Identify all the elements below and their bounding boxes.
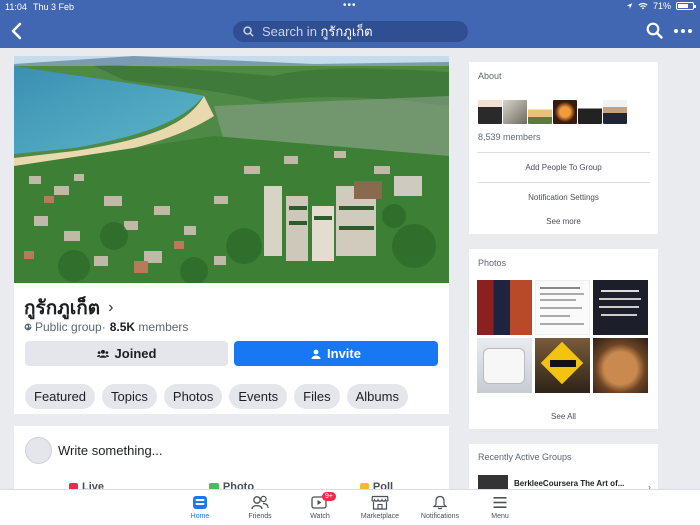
avatar[interactable] bbox=[25, 437, 52, 464]
tab-friends-label: Friends bbox=[248, 513, 272, 520]
globe-icon bbox=[24, 323, 32, 331]
tab-marketplace-label: Marketplace bbox=[360, 513, 400, 520]
recent-group-name[interactable]: BerkleeCoursera The Art of... bbox=[514, 479, 624, 488]
nav-bar: Search in กูรักภูเก็ต bbox=[0, 14, 700, 48]
chevron-right-icon: › bbox=[108, 299, 114, 316]
photo-thumbnail[interactable] bbox=[535, 280, 590, 335]
see-all-link[interactable]: See All bbox=[469, 412, 658, 421]
group-meta: Public group · 8.5K members bbox=[24, 320, 188, 334]
see-more-link[interactable]: See more bbox=[469, 217, 658, 226]
search-query: กูรักภูเก็ต bbox=[320, 24, 373, 39]
tab-home[interactable]: Home bbox=[170, 495, 230, 520]
tab-notifications[interactable]: Notifications bbox=[410, 495, 470, 520]
group-privacy: Public group bbox=[35, 320, 102, 334]
photo-thumbnail[interactable] bbox=[477, 280, 532, 335]
battery-icon bbox=[676, 2, 696, 10]
tab-notifications-label: Notifications bbox=[420, 513, 460, 520]
status-bar: 11:04 Thu 3 Feb ••• 71% bbox=[0, 0, 700, 14]
bottom-tab-bar: Home Friends 9+ Watch Marketplace Notifi… bbox=[0, 489, 700, 525]
member-avatars[interactable] bbox=[478, 100, 627, 124]
tab-marketplace[interactable]: Marketplace bbox=[350, 495, 410, 520]
post-composer: Write something... Live Photo Poll bbox=[14, 426, 449, 496]
search-icon bbox=[243, 26, 254, 37]
tab-watch-label: Watch bbox=[310, 513, 330, 520]
photos-title[interactable]: Photos bbox=[478, 258, 506, 268]
member-avatar bbox=[528, 100, 552, 124]
search-prefix: Search in bbox=[262, 24, 317, 39]
about-card: About 8,539 members Add People To Group … bbox=[469, 62, 658, 234]
notification-settings-link[interactable]: Notification Settings bbox=[469, 193, 658, 202]
member-avatar bbox=[578, 100, 602, 124]
bell-icon bbox=[432, 495, 448, 510]
photo-thumbnail[interactable] bbox=[593, 338, 648, 393]
search-icon[interactable] bbox=[646, 22, 663, 39]
divider bbox=[477, 182, 650, 183]
member-avatar bbox=[603, 100, 627, 124]
more-options-icon[interactable] bbox=[674, 29, 692, 33]
meta-separator: · bbox=[101, 320, 106, 334]
photo-thumbnail[interactable] bbox=[593, 280, 648, 335]
group-title[interactable]: กูรักภูเก็ต › bbox=[24, 293, 113, 323]
invite-button[interactable]: Invite bbox=[234, 341, 438, 366]
photo-thumbnail[interactable] bbox=[477, 338, 532, 393]
joined-button[interactable]: Joined bbox=[25, 341, 228, 366]
back-arrow-icon[interactable] bbox=[9, 22, 25, 40]
group-members-icon bbox=[96, 349, 109, 358]
member-avatar bbox=[478, 100, 502, 124]
tab-menu-label: Menu bbox=[491, 513, 509, 520]
battery-level bbox=[678, 4, 688, 8]
group-name: กูรักภูเก็ต bbox=[24, 298, 101, 319]
write-something-input[interactable]: Write something... bbox=[58, 443, 163, 458]
photos-card: Photos See All bbox=[469, 249, 658, 429]
tab-photos[interactable]: Photos bbox=[163, 384, 223, 409]
status-time: 11:04 bbox=[5, 2, 27, 12]
tab-watch[interactable]: 9+ Watch bbox=[290, 492, 350, 520]
members-count: 8.5K bbox=[109, 320, 136, 334]
wifi-icon bbox=[638, 2, 648, 10]
photo-thumbnail[interactable] bbox=[535, 338, 590, 393]
member-avatar bbox=[553, 100, 577, 124]
add-people-link[interactable]: Add People To Group bbox=[469, 163, 658, 172]
multitasking-dots[interactable]: ••• bbox=[343, 0, 357, 11]
menu-icon bbox=[493, 497, 507, 508]
add-person-icon bbox=[311, 349, 321, 359]
location-icon bbox=[626, 3, 633, 9]
tab-events[interactable]: Events bbox=[229, 384, 288, 409]
group-tabs: Featured Topics Photos Events Files Albu… bbox=[25, 384, 408, 409]
about-members: 8,539 members bbox=[478, 132, 541, 142]
group-header-card: กูรักภูเก็ต › Public group · 8.5K member… bbox=[14, 56, 449, 414]
status-right: 71% bbox=[626, 1, 696, 11]
about-title[interactable]: About bbox=[478, 71, 502, 81]
tab-files[interactable]: Files bbox=[294, 384, 340, 409]
members-word: members bbox=[138, 320, 189, 334]
joined-label: Joined bbox=[114, 346, 157, 361]
tab-featured[interactable]: Featured bbox=[25, 384, 96, 409]
member-avatar bbox=[503, 100, 527, 124]
cover-photo[interactable] bbox=[14, 56, 449, 283]
watch-badge: 9+ bbox=[322, 492, 336, 501]
invite-label: Invite bbox=[327, 346, 361, 361]
friends-icon bbox=[251, 495, 269, 510]
cover-photo-image bbox=[14, 56, 449, 283]
tab-menu[interactable]: Menu bbox=[470, 495, 530, 520]
divider bbox=[477, 152, 650, 153]
recent-groups-title[interactable]: Recently Active Groups bbox=[478, 452, 572, 462]
group-search-bar[interactable]: Search in กูรักภูเก็ต bbox=[233, 21, 468, 42]
marketplace-icon bbox=[371, 495, 389, 510]
tab-friends[interactable]: Friends bbox=[230, 495, 290, 520]
photo-grid bbox=[477, 280, 648, 393]
battery-percent: 71% bbox=[652, 1, 671, 11]
tab-albums[interactable]: Albums bbox=[346, 384, 408, 409]
tab-topics[interactable]: Topics bbox=[102, 384, 157, 409]
home-icon bbox=[193, 496, 207, 509]
tab-home-label: Home bbox=[190, 513, 210, 520]
status-date: Thu 3 Feb bbox=[33, 2, 75, 12]
